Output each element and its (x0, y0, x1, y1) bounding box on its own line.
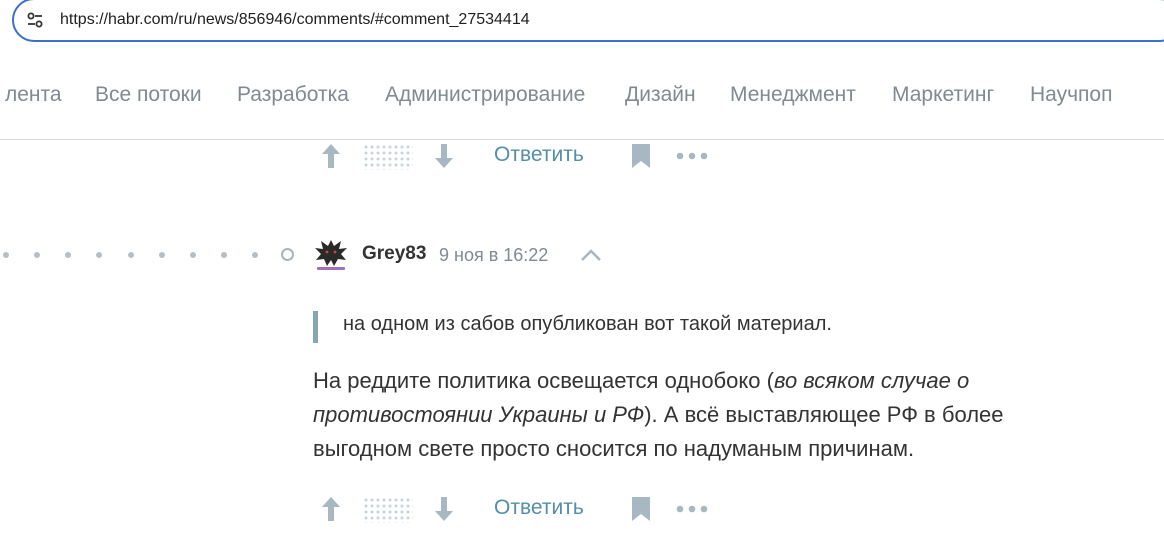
nav-item-development[interactable]: Разработка (237, 83, 349, 107)
hub-nav: лента Все потоки Разработка Администриро… (0, 52, 1164, 140)
comment-body: На реддите политика освещается однобоко … (313, 364, 1073, 466)
nav-item-marketing[interactable]: Маркетинг (892, 83, 994, 107)
score-placeholder (363, 497, 413, 523)
score-placeholder (363, 144, 413, 170)
thread-dot (34, 252, 40, 258)
browser-toolbar: https://habr.com/ru/news/856946/comments… (0, 0, 1164, 52)
body-text-part1: На реддите политика освещается однобоко … (313, 368, 774, 393)
thread-current-ring (281, 248, 294, 261)
nav-item-design[interactable]: Дизайн (625, 83, 696, 107)
thread-dot (252, 252, 258, 258)
url-text[interactable]: https://habr.com/ru/news/856946/comments… (60, 11, 530, 29)
more-icon[interactable] (676, 152, 708, 160)
arrow-up-icon[interactable] (318, 141, 344, 171)
nav-item-feed[interactable]: лента (5, 83, 62, 107)
bookmark-icon[interactable] (630, 143, 652, 169)
nav-item-all-flows[interactable]: Все потоки (95, 83, 202, 107)
more-icon[interactable] (676, 505, 708, 513)
bookmark-icon[interactable] (630, 496, 652, 522)
arrow-down-icon[interactable] (431, 141, 457, 171)
tune-icon[interactable] (26, 11, 44, 29)
comment-quote: на одном из сабов опубликован вот такой … (313, 311, 1033, 343)
thread-dot (221, 252, 227, 258)
comment-actions: Ответить (318, 494, 738, 534)
thread-dot (128, 252, 134, 258)
nav-item-management[interactable]: Менеджмент (730, 83, 856, 107)
thread-dot (65, 252, 71, 258)
chevron-up-icon[interactable] (580, 248, 602, 262)
nav-item-popsci[interactable]: Научпоп (1030, 83, 1112, 107)
thread-dot (190, 252, 196, 258)
arrow-up-icon[interactable] (318, 494, 344, 524)
avatar[interactable] (312, 236, 350, 274)
comment-date[interactable]: 9 ноя в 16:22 (439, 245, 548, 266)
thread-dot (96, 252, 102, 258)
thread-depth-indicator (0, 248, 300, 264)
arrow-down-icon[interactable] (431, 494, 457, 524)
thread-dot (3, 252, 9, 258)
thread-dot (159, 252, 165, 258)
reply-button[interactable]: Ответить (494, 496, 584, 520)
quote-text: на одном из сабов опубликован вот такой … (343, 313, 832, 335)
nav-item-administration[interactable]: Администрирование (385, 83, 585, 107)
reply-button[interactable]: Ответить (494, 143, 584, 167)
comment-author[interactable]: Grey83 (362, 243, 426, 265)
comment-actions: Ответить (318, 141, 738, 181)
